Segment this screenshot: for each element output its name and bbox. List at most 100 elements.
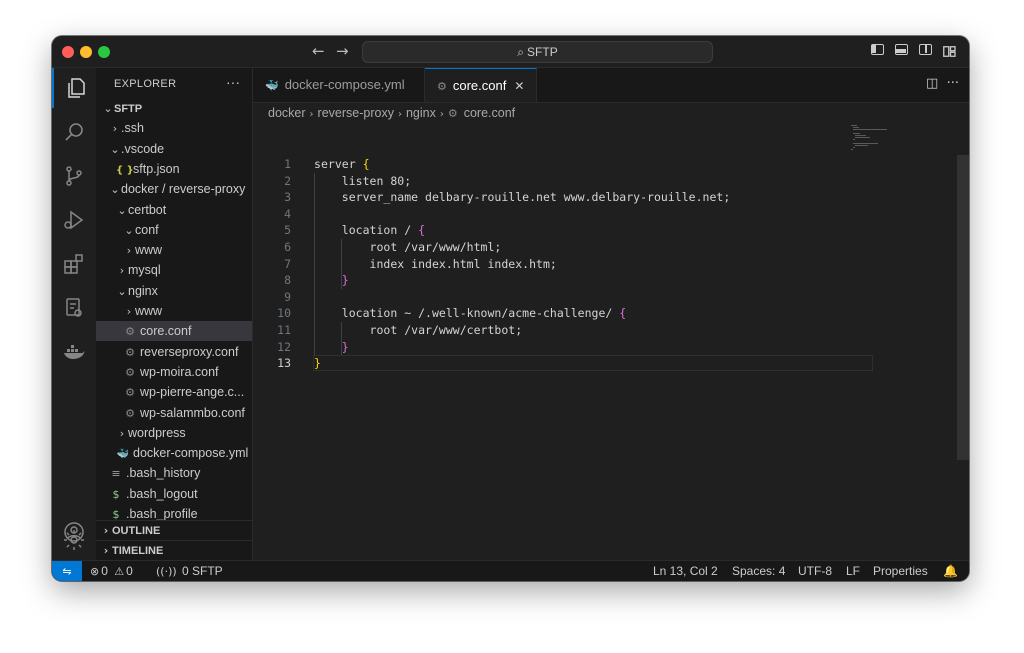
search-icon[interactable] [52,112,96,152]
tree-item[interactable]: › www [96,240,252,260]
cursor-position[interactable]: Ln 13, Col 2 [653,561,718,581]
vertical-scrollbar[interactable] [957,155,969,460]
code-line[interactable]: server_name delbary-rouille.net www.delb… [314,189,731,206]
chevron-right-icon: › [119,426,125,440]
tree-item[interactable]: { }sftp.json [96,159,252,179]
tree-item[interactable]: 🐳 docker-compose.yml [96,443,252,463]
language-properties[interactable]: Properties [873,561,928,581]
breadcrumb-item[interactable]: reverse-proxy [318,106,394,120]
code-line[interactable]: listen 80; [314,173,411,190]
forward-arrow-icon[interactable]: → [336,42,349,60]
tree-item[interactable]: ⌄docker / reverse-proxy [96,179,252,199]
tree-item[interactable]: ⚙ core.conf [96,321,252,342]
tree-item[interactable]: › mysql [96,260,252,280]
tree-root-sftp[interactable]: ⌄SFTP [96,98,252,118]
toggle-primary-sidebar-icon[interactable] [871,44,884,55]
code-line[interactable]: location ~ /.well-known/acme-challenge/ … [314,305,626,322]
tree-item[interactable]: $ .bash_logout [96,484,252,504]
toggle-secondary-sidebar-icon[interactable] [919,44,932,55]
close-window-button[interactable] [62,46,74,58]
line-number: 13 [277,356,291,371]
tree-item[interactable]: ⚙ wp-moira.conf [96,362,252,382]
breadcrumb-item[interactable]: nginx [406,106,436,120]
tree-item[interactable]: ⌄.vscode [96,139,252,159]
chevron-down-icon: ⌄ [124,223,134,237]
chevron-right-icon: › [397,109,402,120]
chevron-right-icon: › [103,544,109,557]
tree-item-label: .bash_history [126,466,201,481]
code-line[interactable]: } [314,339,349,356]
minimap[interactable] [849,123,909,163]
eol-status[interactable]: LF [846,561,860,581]
tree-item-label: .ssh [121,121,144,136]
tree-item[interactable]: ⌄conf [96,220,252,240]
timeline-section[interactable]: › TIMELINE [96,540,252,560]
remote-explorer-icon[interactable] [52,288,96,328]
tree-item[interactable]: › wordpress [96,423,252,443]
line-number: 4 [284,206,291,221]
explorer-icon[interactable] [52,68,96,108]
tree-item-label: docker-compose.yml [133,446,249,461]
tab-core-conf[interactable]: ⚙ core.conf ✕ [425,68,537,102]
bell-icon[interactable]: 🔔 [943,561,958,581]
tree-item[interactable]: › .ssh [96,118,252,138]
tree-item[interactable]: ≡ .bash_history [96,463,252,483]
customize-layout-icon[interactable] [943,44,956,57]
shell-script-icon: $ [112,487,120,501]
outline-section[interactable]: › OUTLINE [96,520,252,541]
code-line[interactable]: root /var/www/certbot; [314,322,523,339]
tree-item-label: .bash_logout [126,486,198,501]
activity-bar [52,68,97,560]
split-editor-icon[interactable]: ◫ [926,76,938,91]
tree-item-label: core.conf [140,324,192,339]
run-debug-icon[interactable] [52,200,96,240]
extensions-icon[interactable] [52,244,96,284]
zoom-window-button[interactable] [98,46,110,58]
code-line[interactable]: } [314,355,321,372]
search-icon: ⌕ [517,45,525,59]
status-bar: ⇋ ⊗ 0 ⚠ 0 ((·)) 0 SFTP Ln 13, Col 2 Spaces… [52,560,969,581]
code-editor[interactable]: 1 server {2 listen 80; 3 server_name delba… [253,123,969,560]
remote-indicator-icon[interactable]: ⇋ [52,561,82,581]
code-line[interactable]: location / { [314,222,425,239]
tree-item[interactable]: ⌄certbot [96,200,252,220]
back-arrow-icon[interactable]: ← [312,42,325,60]
tab-docker-compose[interactable]: 🐳 docker-compose.yml [253,68,425,102]
breadcrumb-item[interactable]: core.conf [464,106,515,120]
command-center-search[interactable]: ⌕ SFTP [362,41,713,63]
chevron-down-icon: ⌄ [117,203,127,217]
code-line[interactable]: } [314,272,349,289]
source-control-icon[interactable] [52,156,96,196]
more-actions-icon[interactable]: ··· [947,76,959,91]
docker-icon[interactable] [52,332,96,372]
settings-gear-icon[interactable] [62,528,86,557]
ports-indicator[interactable]: ((·)) 0 [156,561,189,581]
tree-item-label: .bash_profile [126,507,198,521]
tree-item-label: docker / reverse-proxy [121,182,246,197]
minimize-window-button[interactable] [80,46,92,58]
problems-indicator[interactable]: ⊗ 0 ⚠ 0 [90,561,133,581]
code-line[interactable]: index index.html index.htm; [314,256,557,273]
chevron-right-icon: › [119,264,125,278]
explorer-title: EXPLORER [114,78,177,90]
code-line[interactable]: server { [314,156,370,173]
indentation-status[interactable]: Spaces: 4 [732,561,785,581]
close-tab-icon[interactable]: ✕ [514,79,524,93]
code-line[interactable]: root /var/www/html; [314,239,502,256]
tree-item[interactable]: ⚙ wp-salammbo.conf [96,403,252,423]
tree-item[interactable]: ⚙ reverseproxy.conf [96,342,252,362]
tree-item[interactable]: › www [96,301,252,321]
editor-actions: ◫ ··· [926,76,959,91]
sftp-status[interactable]: SFTP [192,561,223,581]
explorer-more-actions-icon[interactable]: ··· [226,74,240,90]
tree-item-label: conf [135,222,159,237]
tree-item[interactable]: ⚙ wp-pierre-ange.c... [96,382,252,402]
tree-item-label: mysql [128,263,161,278]
tree-item[interactable]: ⌄nginx [96,281,252,301]
breadcrumb-item[interactable]: docker [268,106,306,120]
encoding-status[interactable]: UTF-8 [798,561,832,581]
docker-whale-icon: 🐳 [265,79,279,92]
chevron-right-icon: › [126,305,132,318]
toggle-panel-icon[interactable] [895,44,908,55]
gear-file-icon: ⚙ [125,406,135,420]
